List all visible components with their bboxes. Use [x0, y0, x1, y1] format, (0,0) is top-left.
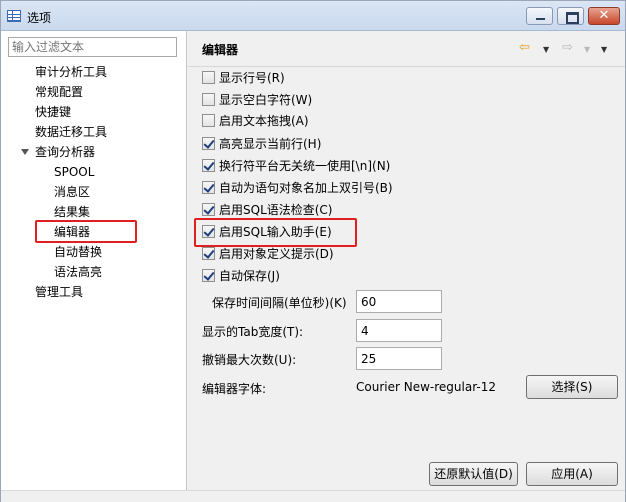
tree-item-management[interactable]: 管理工具: [35, 284, 83, 300]
tab-width-label: 显示的Tab宽度(T):: [202, 325, 304, 339]
tree-item-result-set[interactable]: 结果集: [54, 204, 90, 220]
option-label: 自动为语句对象名加上双引号(B): [219, 181, 393, 195]
tree-item-migration[interactable]: 数据迁移工具: [35, 124, 107, 140]
tree-item-message-area[interactable]: 消息区: [54, 184, 90, 200]
view-menu-icon[interactable]: ▼: [601, 43, 607, 57]
option-label: 高亮显示当前行(H): [219, 137, 322, 151]
maximize-button[interactable]: [557, 7, 584, 25]
tab-width-input[interactable]: [356, 319, 442, 342]
editor-preferences-page: 编辑器 ⇦ ▼ ⇨ ▼ ▼ 显示行号(R) 显示空白字符(W) 启用文本拖拽(A…: [188, 31, 625, 491]
tree-item-spool[interactable]: SPOOL: [54, 164, 94, 180]
expand-arrow-icon[interactable]: [21, 149, 29, 155]
tree-item-syntax-highlight[interactable]: 语法高亮: [54, 264, 102, 280]
close-icon: ✕: [598, 8, 610, 23]
save-interval-label: 保存时间间隔(单位秒)(K): [212, 296, 347, 310]
tree-item-auto-replace[interactable]: 自动替换: [54, 244, 102, 260]
option-label: 启用文本拖拽(A): [219, 114, 309, 128]
option-label: 换行符平台无关统一使用[\n](N): [219, 159, 391, 173]
back-dropdown-icon[interactable]: ▼: [543, 43, 549, 57]
forward-dropdown-icon[interactable]: ▼: [584, 43, 590, 57]
checkbox[interactable]: [202, 71, 215, 84]
header-separator: [188, 66, 625, 67]
forward-arrow-icon[interactable]: ⇨: [562, 41, 573, 55]
page-title: 编辑器: [202, 43, 239, 57]
checkbox[interactable]: [202, 137, 215, 150]
window-title: 选项: [27, 11, 52, 25]
tree-item-shortcuts[interactable]: 快捷键: [35, 104, 71, 120]
preferences-tree-pane: 审计分析工具 常规配置 快捷键 数据迁移工具 查询分析器 SPOOL 消息区 结…: [1, 31, 187, 491]
tree-item-config[interactable]: 常规配置: [35, 84, 83, 100]
option-label: 显示空白字符(W): [219, 93, 313, 107]
option-label: 启用SQL语法检查(C): [219, 203, 333, 217]
checkbox[interactable]: [202, 247, 215, 260]
checkbox[interactable]: [202, 269, 215, 282]
undo-max-label: 撤销最大次数(U):: [202, 353, 297, 367]
checkbox[interactable]: [202, 93, 215, 106]
apply-button[interactable]: 应用(A): [526, 462, 618, 486]
option-label: 自动保存(J): [219, 269, 280, 283]
restore-defaults-button[interactable]: 还原默认值(D): [429, 462, 518, 486]
undo-max-input[interactable]: [356, 347, 442, 370]
dialog-footer: [1, 490, 625, 502]
filter-input[interactable]: [9, 38, 176, 56]
save-interval-input[interactable]: [356, 290, 442, 313]
checkbox[interactable]: [202, 181, 215, 194]
back-arrow-icon[interactable]: ⇦: [519, 41, 530, 55]
checkbox[interactable]: [202, 159, 215, 172]
options-dialog: 选项 ✕ 审计分析工具 常规配置 快捷键 数据迁移工具 查询分析器 SPOOL …: [0, 0, 626, 502]
tree-item-query-analyzer[interactable]: 查询分析器: [35, 144, 95, 160]
minimize-button[interactable]: [526, 7, 553, 25]
filter-field[interactable]: [8, 37, 177, 57]
tree-item-audit[interactable]: 审计分析工具: [35, 64, 107, 80]
highlight-box-sql-assistant: [194, 218, 357, 247]
table-icon: [7, 10, 21, 22]
editor-font-label: 编辑器字体:: [202, 382, 267, 396]
highlight-box-editor: [35, 220, 137, 243]
editor-font-value: Courier New-regular-12: [356, 380, 496, 394]
option-label: 启用对象定义提示(D): [219, 247, 334, 261]
checkbox[interactable]: [202, 114, 215, 127]
checkbox[interactable]: [202, 203, 215, 216]
choose-font-button[interactable]: 选择(S): [526, 375, 618, 399]
option-label: 显示行号(R): [219, 71, 285, 85]
title-bar: 选项 ✕: [1, 1, 625, 31]
close-button[interactable]: ✕: [588, 7, 620, 25]
